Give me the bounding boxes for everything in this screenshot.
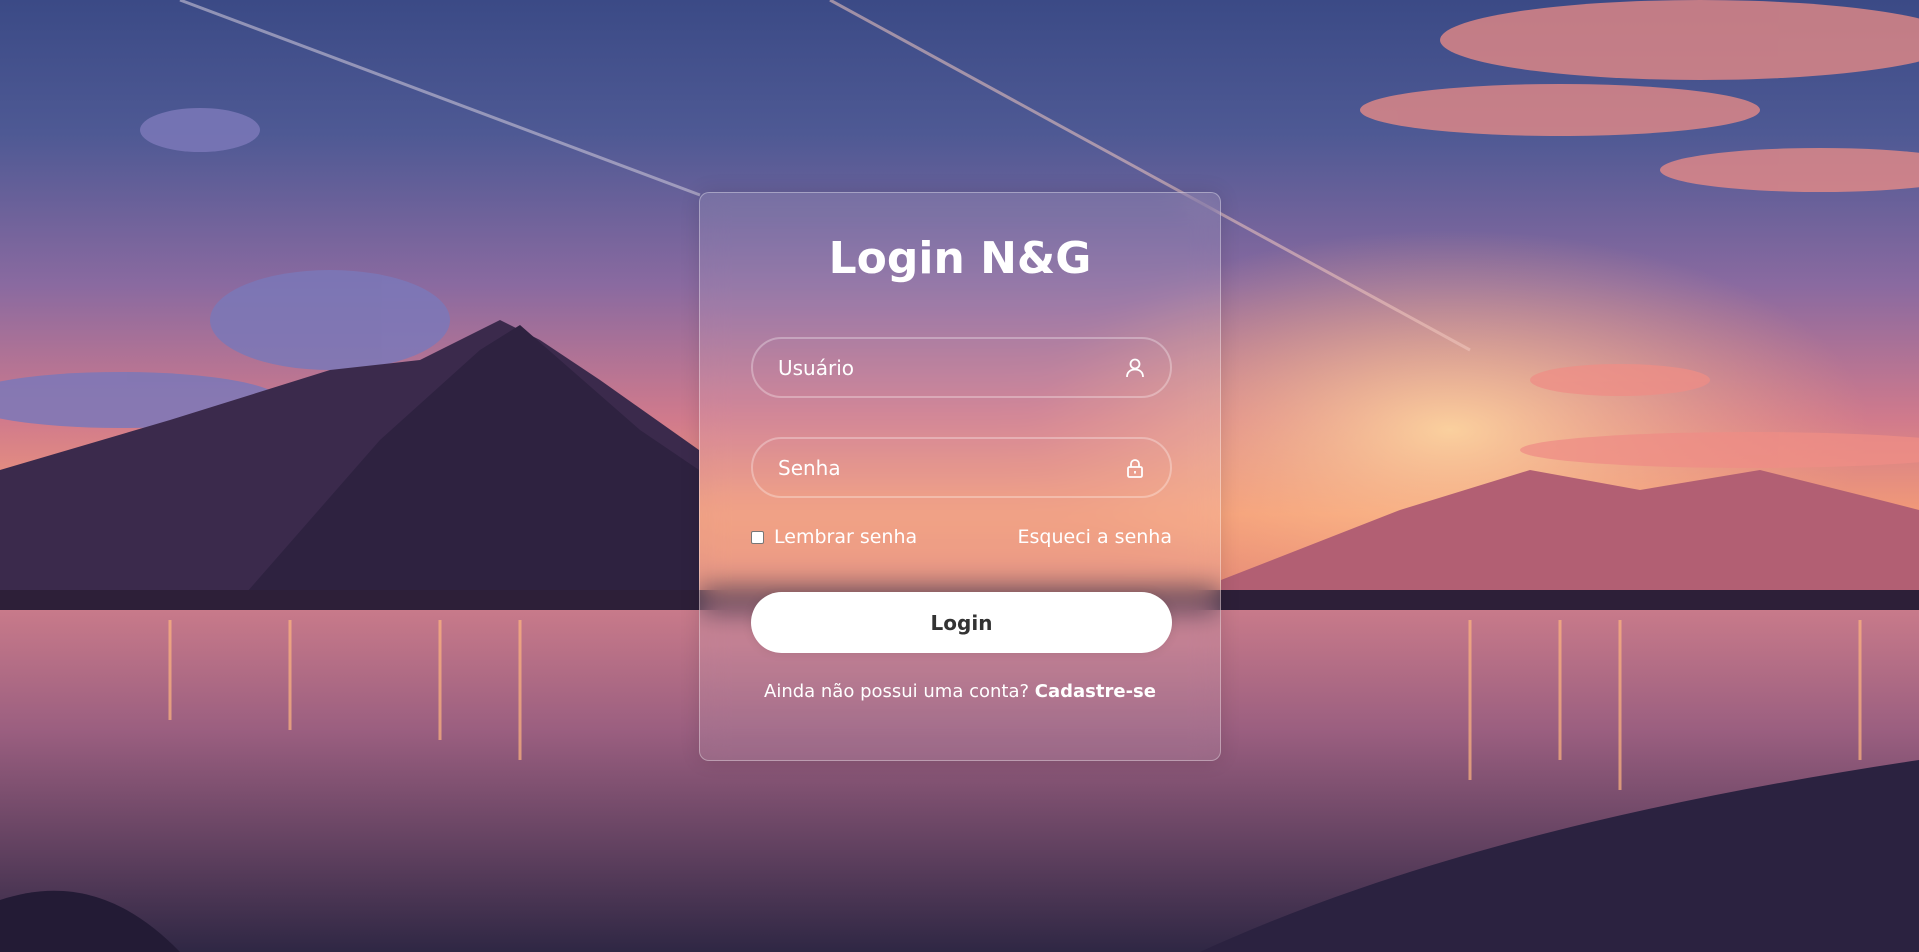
login-card: Login N&G Lembrar senha Esqueci a senha … [699,192,1221,761]
password-field-wrapper [751,437,1172,498]
remember-row: Lembrar senha Esqueci a senha [751,522,1172,552]
lock-icon [1127,458,1143,478]
register-text: Ainda não possui uma conta? Cadastre-se [700,681,1220,702]
password-input[interactable] [753,439,1170,496]
login-button[interactable]: Login [751,592,1172,653]
username-input[interactable] [753,339,1170,396]
remember-text: Lembrar senha [774,526,918,548]
login-title: Login N&G [828,233,1092,284]
remember-label[interactable]: Lembrar senha [751,526,917,548]
username-field-wrapper [751,337,1172,398]
register-prompt: Ainda não possui uma conta? [764,681,1030,702]
forgot-password-link[interactable]: Esqueci a senha [1018,526,1172,548]
register-link[interactable]: Cadastre-se [1035,681,1156,702]
remember-checkbox[interactable] [751,530,764,544]
user-icon [1126,358,1144,377]
